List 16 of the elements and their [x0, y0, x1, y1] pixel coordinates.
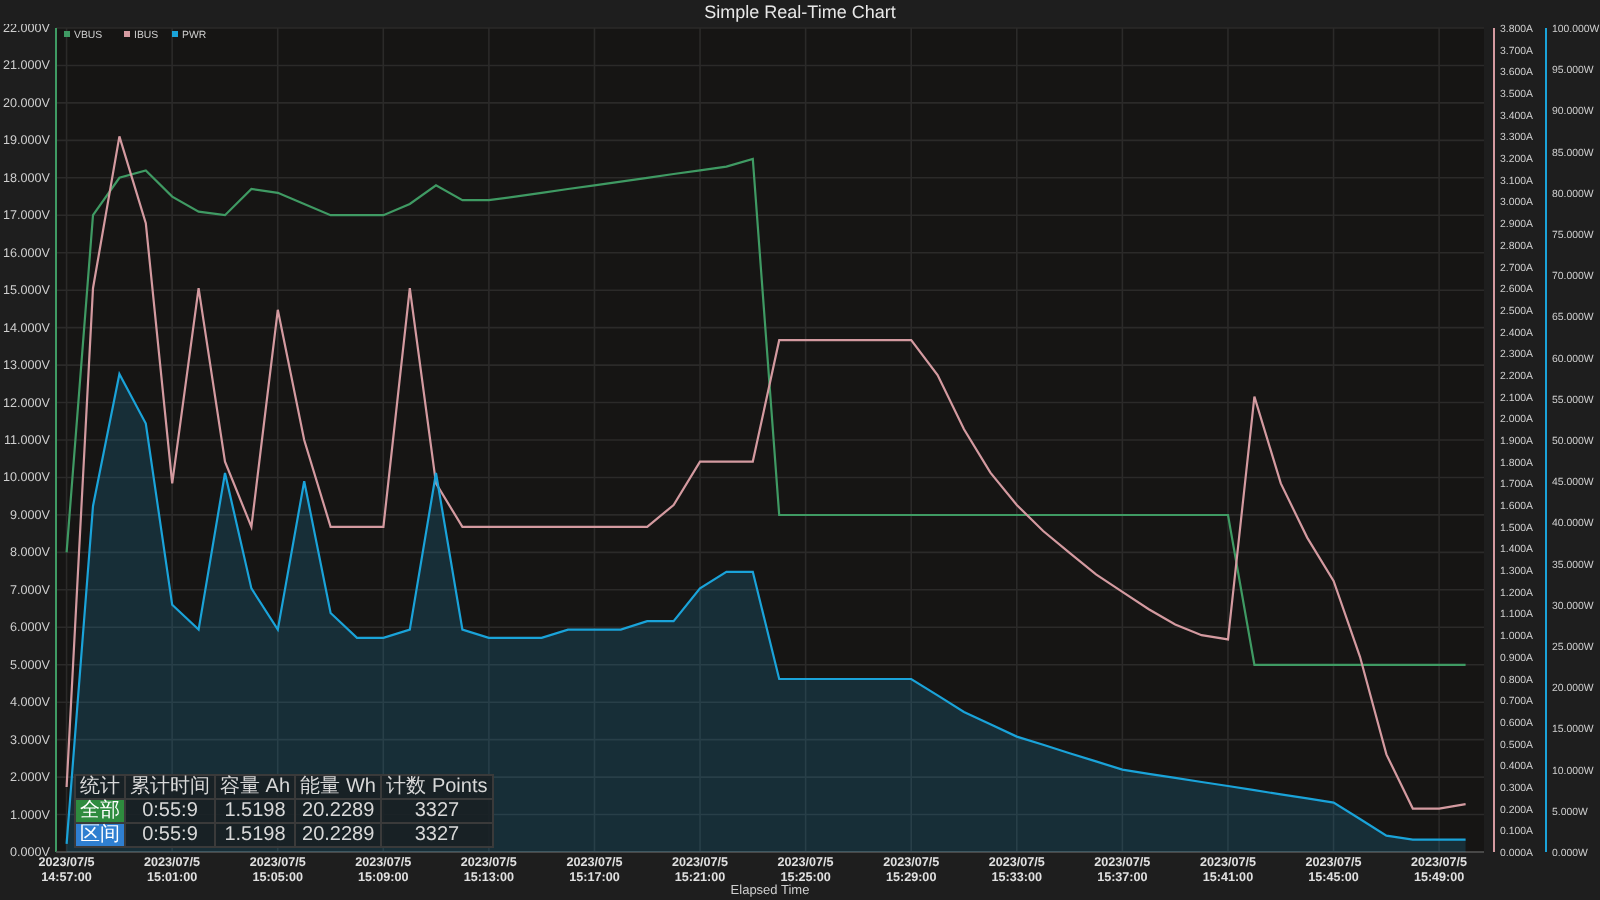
table-cell: 1.5198 — [215, 799, 296, 823]
table-cell: 1.5198 — [215, 823, 296, 847]
table-cell: 20.2289 — [295, 799, 382, 823]
table-header: 统计 — [75, 775, 125, 799]
table-header: 容量 Ah — [215, 775, 296, 799]
row-label: 区间 — [75, 823, 125, 847]
table-cell: 0:55:9 — [125, 799, 215, 823]
row-label: 全部 — [75, 799, 125, 823]
table-cell: 3327 — [381, 823, 493, 847]
chart-title: Simple Real-Time Chart — [702, 0, 898, 24]
table-cell: 20.2289 — [295, 823, 382, 847]
table-header: 累计时间 — [125, 775, 215, 799]
table-cell: 0:55:9 — [125, 823, 215, 847]
table-header: 计数 Points — [381, 775, 493, 799]
table-cell: 3327 — [381, 799, 493, 823]
table-header: 能量 Wh — [295, 775, 382, 799]
